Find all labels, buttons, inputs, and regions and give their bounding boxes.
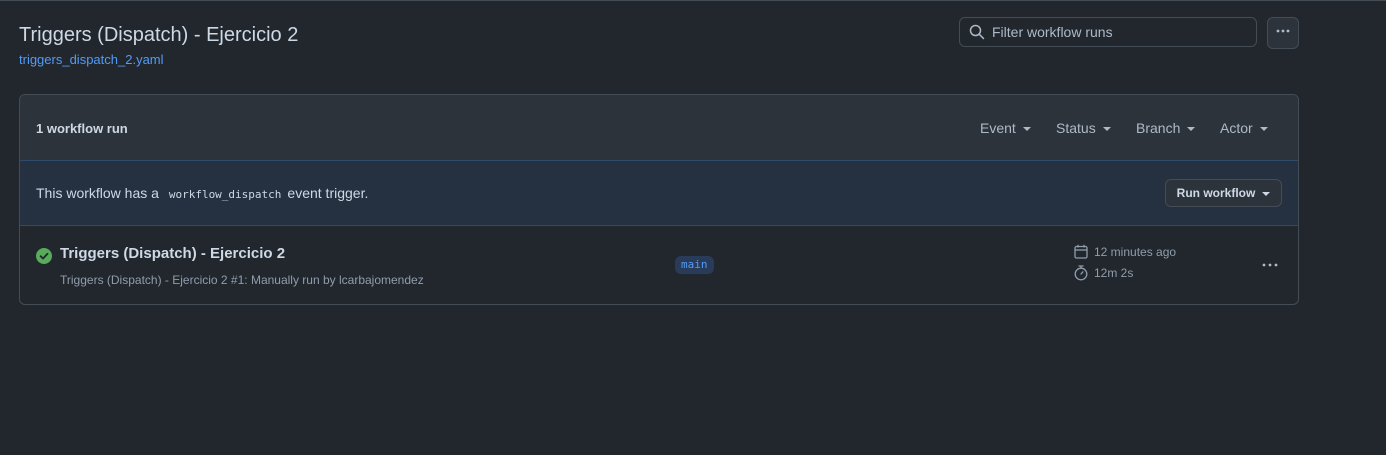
filter-branch-label: Branch [1136,120,1181,136]
run-workflow-button[interactable]: Run workflow [1165,179,1282,207]
run-duration: 12m 2s [1074,265,1133,281]
run-more-options-button[interactable] [1256,254,1284,274]
page-title: Triggers (Dispatch) - Ejercicio 2 [19,24,299,46]
filter-event[interactable]: Event [980,120,1031,136]
filter-branch[interactable]: Branch [1136,120,1196,136]
run-meta: Triggers (Dispatch) - Ejercicio 2 #1: Ma… [60,273,424,287]
run-title-link[interactable]: Triggers (Dispatch) - Ejercicio 2 [60,245,285,262]
filter-event-label: Event [980,120,1016,136]
search-box[interactable] [959,17,1257,47]
search-icon [969,24,985,40]
kebab-horizontal-icon [1261,255,1279,273]
duration-text: 12m 2s [1094,266,1134,280]
workflow-run-row[interactable]: Triggers (Dispatch) - Ejercicio 2 Trigge… [20,226,1298,304]
dispatch-code: workflow_dispatch [168,188,282,201]
dispatch-message: This workflow has a workflow_dispatch eve… [36,185,368,201]
filter-status[interactable]: Status [1056,120,1111,136]
run-time-ago: 12 minutes ago [1074,244,1176,259]
workflow-runs-panel: 1 workflow run Event Status Branch Actor… [19,94,1299,305]
time-ago-text: 12 minutes ago [1094,244,1177,259]
caret-down-icon [1259,126,1268,131]
workflow-file-link[interactable]: triggers_dispatch_2.yaml [19,52,164,67]
panel-header: 1 workflow run Event Status Branch Actor [20,95,1298,160]
search-input[interactable] [992,24,1242,40]
run-workflow-label: Run workflow [1176,186,1256,200]
run-count: 1 workflow run [36,121,128,136]
kebab-horizontal-icon [1275,23,1291,44]
caret-down-icon [1102,126,1111,131]
dispatch-banner: This workflow has a workflow_dispatch eve… [20,160,1298,226]
check-circle-fill-icon [36,248,52,264]
more-options-button[interactable] [1267,17,1299,49]
dispatch-text-before: This workflow has a [36,185,159,201]
caret-down-icon [1022,126,1031,131]
filter-actor[interactable]: Actor [1220,120,1268,136]
dispatch-text-after: event trigger. [287,185,369,201]
stopwatch-icon [1074,265,1088,281]
calendar-icon [1074,244,1088,259]
top-divider [0,0,1386,1]
caret-down-icon [1262,191,1271,196]
filter-actor-label: Actor [1220,120,1253,136]
caret-down-icon [1187,126,1196,131]
branch-badge[interactable]: main [675,256,714,274]
filter-status-label: Status [1056,120,1096,136]
